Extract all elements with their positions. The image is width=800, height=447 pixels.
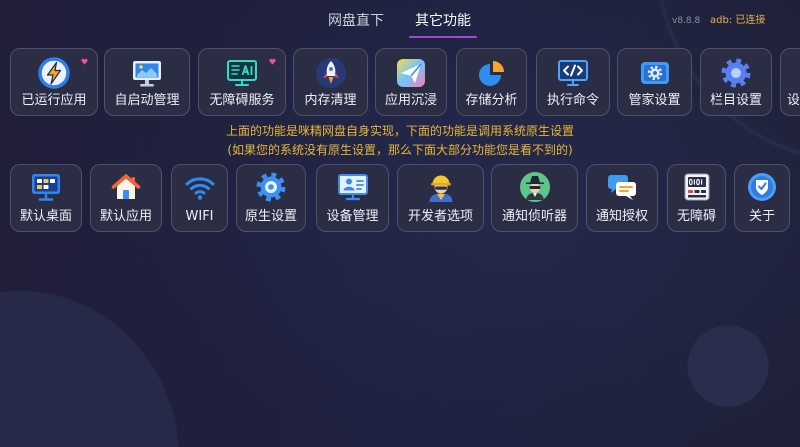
version-label: v8.8.8 [672, 16, 701, 26]
tile-label: 设 [787, 93, 799, 108]
lightning-icon [38, 57, 70, 89]
settings-panel-icon [640, 62, 669, 84]
tile-run-command[interactable]: 执行命令 [536, 48, 610, 116]
pie-chart-icon [478, 61, 504, 86]
tile-label: 设备管理 [326, 209, 379, 224]
tile-about[interactable]: 关于 [734, 164, 790, 232]
home-icon [111, 174, 141, 199]
tile-label: 栏目设置 [709, 93, 762, 108]
tile-storage-analysis[interactable]: 存储分析 [456, 48, 527, 116]
tile-label: 默认应用 [99, 209, 152, 224]
spy-icon [519, 172, 550, 202]
active-tab-underline [409, 36, 477, 38]
rocket-icon [315, 58, 346, 88]
tile-label: 原生设置 [244, 209, 297, 224]
tab-label: 网盘直下 [328, 13, 384, 29]
tile-autostart-manager[interactable]: 自启动管理 [104, 48, 190, 116]
tile-accessibility-service[interactable]: 无障碍服务 [198, 48, 286, 116]
about-icon [748, 173, 776, 201]
tile-settings-partial[interactable]: 设 [780, 48, 800, 116]
system-settings-row: 默认桌面 默认应用 WIFI 原生设置 设备管理 开发者选项 通知侦听器 通知授… [0, 164, 800, 232]
tile-accessibility[interactable]: 无障碍 [667, 164, 726, 232]
tile-label: 已运行应用 [21, 93, 87, 108]
notice-line-1: 上面的功能是咪精网盘自身实现，下面的功能是调用系统原生设置 [225, 124, 574, 138]
tile-memory-clean[interactable]: 内存清理 [293, 48, 368, 116]
new-badge-icon [81, 58, 88, 65]
paper-plane-icon [397, 59, 425, 87]
tile-label: 内存清理 [304, 93, 357, 108]
self-features-row: 已运行应用 自启动管理 无障碍服务 内存清理 应用沉浸 存储分析 执行命令 管家… [0, 48, 800, 116]
tile-label: WIFI [185, 209, 214, 224]
tile-developer-options[interactable]: 开发者选项 [397, 164, 484, 232]
tile-label: 自启动管理 [114, 93, 180, 108]
tile-label: 开发者选项 [407, 209, 473, 224]
tile-label: 通知侦听器 [501, 209, 567, 224]
tile-notification-listener[interactable]: 通知侦听器 [491, 164, 578, 232]
tile-label: 无障碍 [676, 209, 716, 224]
device-manager-icon [337, 174, 368, 201]
developer-icon [429, 175, 452, 202]
tile-label: 执行命令 [546, 93, 599, 108]
tile-app-immersive[interactable]: 应用沉浸 [375, 48, 447, 116]
tile-running-apps[interactable]: 已运行应用 [10, 48, 98, 116]
tab-label: 其它功能 [415, 13, 471, 29]
tile-native-settings[interactable]: 原生设置 [236, 164, 306, 232]
tile-default-desktop[interactable]: 默认桌面 [10, 164, 82, 232]
new-badge-icon [269, 58, 276, 65]
wifi-icon [185, 177, 214, 200]
code-terminal-icon [558, 60, 588, 86]
tile-label: 应用沉浸 [384, 93, 437, 108]
tile-device-manager[interactable]: 设备管理 [316, 164, 389, 232]
binary-device-icon [684, 173, 709, 201]
tile-column-settings[interactable]: 栏目设置 [700, 48, 772, 116]
tile-manager-settings[interactable]: 管家设置 [617, 48, 692, 116]
adb-status: adb: 已连接 [710, 15, 766, 26]
tile-label: 存储分析 [465, 93, 518, 108]
tile-label: 默认桌面 [19, 209, 72, 224]
tile-label: 关于 [748, 209, 775, 224]
desktop-icon [32, 174, 60, 201]
tab-other-features[interactable]: 其它功能 [407, 11, 479, 38]
tile-label: 无障碍服务 [209, 93, 275, 108]
gear-icon [721, 58, 751, 88]
system-gear-icon [256, 172, 286, 202]
notice-line-2: (如果您的系统没有原生设置，那么下面大部分功能您是看不到的) [227, 143, 573, 157]
tile-default-apps[interactable]: 默认应用 [90, 164, 162, 232]
tile-label: 通知授权 [595, 209, 648, 224]
ai-screen-icon [227, 60, 257, 86]
monitor-icon [133, 61, 161, 87]
chat-bubbles-icon [608, 175, 636, 200]
tile-wifi[interactable]: WIFI [171, 164, 228, 232]
tab-netdisk-direct[interactable]: 网盘直下 [320, 11, 392, 38]
tile-label: 管家设置 [628, 93, 681, 108]
tile-notification-access[interactable]: 通知授权 [586, 164, 658, 232]
